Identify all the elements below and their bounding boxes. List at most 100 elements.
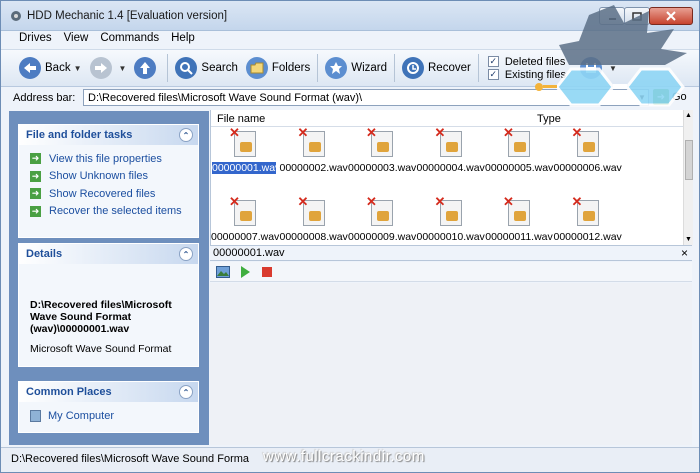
deleted-wav-file-icon: ✕ <box>366 126 393 157</box>
stop-icon[interactable] <box>260 266 274 278</box>
recover-button[interactable]: Recover <box>398 54 475 82</box>
vertical-scrollbar[interactable]: ▲ ▼ <box>683 110 693 245</box>
common-places-header[interactable]: Common Places ⌃ <box>19 382 198 402</box>
file-name-label: 00000011.wav <box>485 231 553 243</box>
task-view-properties[interactable]: ➜ View this file properties <box>19 150 198 168</box>
scroll-up-icon[interactable]: ▲ <box>685 112 692 119</box>
file-name-label: 00000007.wav <box>211 231 280 243</box>
view-mode-dropdown-icon[interactable]: ▼ <box>609 64 617 73</box>
arrow-right-icon: ➜ <box>30 188 41 200</box>
file-name-label: 00000009.wav <box>348 231 417 243</box>
task-label: Show Recovered files <box>49 187 156 200</box>
menu-commands[interactable]: Commands <box>94 31 165 48</box>
view-mode-button[interactable]: ▼ <box>576 54 621 82</box>
arrow-right-icon: ➜ <box>30 205 41 217</box>
deleted-wav-file-icon: ✕ <box>298 126 325 157</box>
up-button[interactable] <box>130 54 164 82</box>
column-header: File name Type <box>211 110 683 127</box>
deleted-wav-file-icon: ✕ <box>298 195 325 226</box>
computer-icon <box>30 410 41 422</box>
watermark-text: www.fullcrackindir.com <box>263 448 425 465</box>
column-type[interactable]: Type <box>537 113 561 125</box>
file-name-label: 00000002.wav <box>279 162 348 174</box>
menu-bar: Drives View Commands Help <box>1 31 699 48</box>
deleted-wav-file-icon: ✕ <box>572 126 599 157</box>
folders-icon <box>245 57 268 79</box>
task-label: Show Unknown files <box>49 170 149 183</box>
folders-button[interactable]: Folders <box>242 54 314 82</box>
details-panel: Details ⌃ D:\Recovered files\Microsoft W… <box>18 243 199 367</box>
file-name-label: 00000010.wav <box>416 231 485 243</box>
preview-header: 00000001.wav × <box>210 245 692 261</box>
deleted-files-checkbox[interactable]: ✓ <box>487 56 499 67</box>
image-view-icon[interactable] <box>216 265 230 278</box>
task-recover-selected[interactable]: ➜ Recover the selected items <box>19 203 198 221</box>
scroll-down-icon[interactable]: ▼ <box>685 236 692 243</box>
deleted-files-option[interactable]: ✓ Deleted files <box>487 55 566 68</box>
minimize-button[interactable] <box>599 7 625 25</box>
tasks-panel: File and folder tasks ⌃ ➜ View this file… <box>18 124 199 238</box>
collapse-icon[interactable]: ⌃ <box>179 247 193 261</box>
file-item[interactable]: ✕ 00000003.wav <box>348 126 416 190</box>
preview-area <box>210 283 692 445</box>
menu-view[interactable]: View <box>58 31 95 48</box>
place-my-computer[interactable]: My Computer <box>19 402 198 422</box>
arrow-right-icon: ➜ <box>30 153 41 165</box>
file-item[interactable]: ✕ 00000001.wav <box>211 126 280 190</box>
wizard-icon <box>325 57 348 79</box>
existing-files-option[interactable]: ✓ Existing files <box>487 68 566 81</box>
search-button[interactable]: Search <box>171 54 241 82</box>
task-show-recovered[interactable]: ➜ Show Recovered files <box>19 185 198 203</box>
scroll-thumb[interactable] <box>685 140 693 180</box>
tasks-panel-header[interactable]: File and folder tasks ⌃ <box>19 125 198 145</box>
status-bar: D:\Recovered files\Microsoft Wave Sound … <box>1 447 699 472</box>
play-icon[interactable] <box>238 265 252 278</box>
column-file-name[interactable]: File name <box>217 113 265 125</box>
collapse-icon[interactable]: ⌃ <box>179 385 193 399</box>
toolbar-separator <box>394 54 395 82</box>
back-button[interactable]: Back ▼ <box>15 54 86 82</box>
file-item[interactable]: ✕ 00000006.wav <box>553 126 622 190</box>
go-button[interactable]: ➜ Go <box>653 89 687 105</box>
file-item[interactable]: ✕ 00000004.wav <box>417 126 485 190</box>
close-button[interactable] <box>649 7 693 25</box>
menu-drives[interactable]: Drives <box>1 31 58 48</box>
address-bar: Address bar: D:\Recovered files\Microsof… <box>1 88 699 108</box>
forward-dropdown-icon[interactable]: ▼ <box>119 64 127 73</box>
place-label: My Computer <box>48 410 115 422</box>
deleted-wav-file-icon: ✕ <box>435 126 462 157</box>
up-arrow-icon <box>134 57 157 79</box>
wizard-button[interactable]: Wizard <box>321 54 391 82</box>
tasks-panel-title: File and folder tasks <box>26 129 133 141</box>
back-dropdown-icon[interactable]: ▼ <box>74 64 82 73</box>
forward-button[interactable]: ▼ <box>86 54 131 82</box>
existing-files-checkbox[interactable]: ✓ <box>487 69 499 80</box>
preview-toolbar <box>210 262 692 282</box>
file-filter-group: ✓ Deleted files ✓ Existing files <box>487 55 566 81</box>
search-icon <box>175 57 198 79</box>
maximize-button[interactable] <box>624 7 650 25</box>
address-dropdown-icon[interactable]: ▼ <box>635 90 649 105</box>
address-label: Address bar: <box>13 92 76 104</box>
file-item[interactable]: ✕ 00000002.wav <box>279 126 348 190</box>
deleted-wav-file-icon: ✕ <box>503 126 530 157</box>
file-item[interactable]: ✕ 00000005.wav <box>485 126 553 190</box>
menu-help[interactable]: Help <box>165 31 201 48</box>
title-bar: HDD Mechanic 1.4 [Evaluation version] <box>1 1 699 31</box>
existing-files-label: Existing files <box>504 68 566 81</box>
collapse-icon[interactable]: ⌃ <box>179 128 193 142</box>
preview-close-icon[interactable]: × <box>681 246 688 260</box>
back-arrow-icon <box>19 57 41 79</box>
status-text: D:\Recovered files\Microsoft Wave Sound … <box>11 453 250 465</box>
task-label: Recover the selected items <box>49 205 182 218</box>
folders-label: Folders <box>271 62 311 74</box>
details-panel-header[interactable]: Details ⌃ <box>19 244 198 264</box>
common-places-panel: Common Places ⌃ My Computer <box>18 381 199 433</box>
window-controls <box>599 7 693 25</box>
go-arrow-icon: ➜ <box>653 89 669 105</box>
file-name-label: 00000006.wav <box>553 162 622 174</box>
address-input[interactable]: D:\Recovered files\Microsoft Wave Sound … <box>83 89 649 106</box>
task-show-unknown[interactable]: ➜ Show Unknown files <box>19 168 198 186</box>
back-label: Back <box>45 62 71 74</box>
deleted-wav-file-icon: ✕ <box>229 126 256 157</box>
